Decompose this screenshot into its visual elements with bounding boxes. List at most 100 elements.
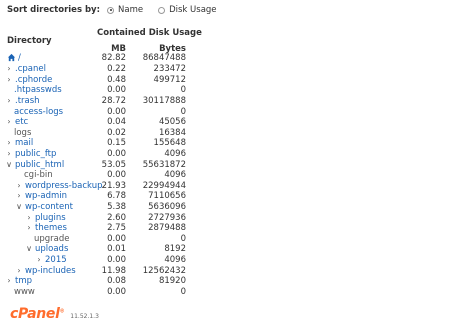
expand-caret-icon[interactable]: › (16, 181, 22, 192)
dir-mb: 0.48 (107, 74, 126, 85)
dir-bytes: 12562432 (142, 265, 186, 276)
root-mb: 82.82 (101, 53, 126, 63)
dir-name[interactable]: tmp (15, 276, 32, 287)
dir-row: › mail 0.15 155648 (0, 138, 200, 149)
dir-row: ∨ public_html 53.05 55631872 (0, 160, 200, 171)
version-text: 11.52.1.3 (70, 313, 99, 320)
sort-disk-usage-label[interactable]: Disk Usage (169, 5, 216, 15)
dir-bytes: 0 (180, 233, 186, 244)
dir-name: cgi-bin (24, 170, 53, 181)
dir-row: › 2015 0.00 4096 (0, 255, 200, 266)
dir-bytes: 8192 (164, 244, 186, 255)
dir-bytes: 2727936 (148, 212, 186, 223)
dir-bytes: 4096 (164, 170, 186, 181)
dir-mb: 0.02 (107, 127, 126, 138)
dir-row: upgrade 0.00 0 (0, 234, 200, 245)
expand-caret-icon[interactable]: › (6, 96, 12, 107)
dir-name[interactable]: mail (15, 138, 33, 149)
sort-name-radio[interactable] (107, 6, 114, 14)
dir-name[interactable]: themes (35, 223, 67, 234)
expand-caret-icon[interactable]: › (6, 64, 12, 75)
dir-mb: 0.22 (107, 64, 126, 75)
expand-caret-icon[interactable]: › (6, 75, 12, 86)
dir-row: ∨ wp-content 5.38 5636096 (0, 202, 200, 213)
dir-row: ∨ uploads 0.01 8192 (0, 244, 200, 255)
dir-mb: 0.00 (107, 170, 126, 181)
expand-caret-icon[interactable]: › (36, 255, 42, 266)
expand-caret-icon[interactable]: › (16, 266, 22, 277)
dir-name[interactable]: access-logs (14, 107, 63, 118)
dir-row: › plugins 2.60 2727936 (0, 213, 200, 224)
dir-bytes: 2879488 (148, 223, 186, 234)
dir-name[interactable]: .htpasswds (14, 85, 62, 96)
expand-caret-icon[interactable]: › (6, 117, 12, 128)
dir-row: › wp-admin 6.78 7110656 (0, 191, 200, 202)
dir-name[interactable]: uploads (35, 244, 68, 255)
dir-row: › etc 0.04 45056 (0, 117, 200, 128)
dir-bytes: 81920 (158, 276, 186, 287)
dir-bytes: 30117888 (142, 96, 186, 106)
sort-disk-usage-radio[interactable] (158, 6, 166, 14)
dir-bytes: 499712 (153, 74, 186, 85)
expand-caret-icon[interactable]: › (6, 138, 12, 149)
dir-row: › wordpress-backup 21.93 22994944 (0, 181, 200, 192)
expand-caret-icon[interactable]: › (26, 223, 32, 234)
dir-row: › .cpanel 0.22 233472 (0, 64, 200, 75)
footer: cPanel® 11.52.1.3 (10, 306, 99, 322)
dir-bytes: 16384 (158, 127, 186, 138)
dir-mb: 2.75 (107, 223, 126, 234)
dir-name: logs (14, 127, 32, 138)
dir-row: › wp-includes 11.98 12562432 (0, 266, 200, 277)
cpanel-logo: cPanel® (10, 306, 65, 322)
dir-mb: 6.78 (107, 191, 126, 202)
dir-mb: 0.00 (107, 233, 126, 244)
dir-name[interactable]: .trash (15, 96, 40, 107)
expand-caret-icon[interactable]: › (6, 149, 12, 160)
root-dir-link[interactable]: / (18, 53, 21, 64)
dir-mb: 5.38 (107, 202, 126, 212)
dir-bytes: 0 (180, 286, 186, 297)
collapse-caret-icon[interactable]: ∨ (26, 244, 32, 255)
expand-caret-icon[interactable]: › (6, 276, 12, 287)
dir-row: cgi-bin 0.00 4096 (0, 170, 200, 181)
dir-name[interactable]: public_ftp (15, 149, 56, 160)
dir-name[interactable]: 2015 (45, 255, 67, 266)
expand-caret-icon[interactable]: › (26, 213, 32, 224)
directory-header: Directory (7, 36, 52, 46)
dir-mb: 0.08 (107, 276, 126, 287)
expand-caret-icon[interactable]: › (16, 191, 22, 202)
sort-bar: Sort directories by: Name Disk Usage (7, 4, 225, 16)
dir-name[interactable]: wp-includes (25, 266, 76, 277)
dir-mb: 2.60 (107, 212, 126, 223)
dir-bytes: 0 (180, 106, 186, 117)
collapse-caret-icon[interactable]: ∨ (6, 160, 12, 171)
dir-bytes: 233472 (153, 64, 186, 75)
collapse-caret-icon[interactable]: ∨ (16, 202, 22, 213)
dir-name[interactable]: wp-admin (25, 191, 67, 202)
dir-mb: 11.98 (101, 265, 126, 276)
dir-mb: 0.01 (107, 244, 126, 255)
dir-name[interactable]: etc (15, 117, 28, 128)
dir-row: › .trash 28.72 30117888 (0, 96, 200, 107)
dir-bytes: 7110656 (148, 191, 186, 202)
dir-bytes: 155648 (153, 138, 186, 149)
dir-name[interactable]: .cphorde (15, 75, 52, 86)
dir-row: › themes 2.75 2879488 (0, 223, 200, 234)
dir-row: www 0.00 0 (0, 287, 200, 298)
dir-mb: 0.00 (107, 85, 126, 96)
dir-row: logs 0.02 16384 (0, 128, 200, 139)
root-bytes: 86847488 (142, 53, 186, 63)
dir-name[interactable]: wp-content (25, 202, 73, 213)
dir-bytes: 5636096 (148, 202, 186, 212)
dir-row: › .cphorde 0.48 499712 (0, 75, 200, 86)
sort-name-label[interactable]: Name (118, 5, 143, 15)
dir-mb: 21.93 (101, 180, 126, 191)
dir-name[interactable]: .cpanel (15, 64, 46, 75)
dir-name[interactable]: plugins (35, 213, 66, 224)
dir-row: access-logs 0.00 0 (0, 107, 200, 118)
dir-mb: 0.00 (107, 106, 126, 117)
dir-row: .htpasswds 0.00 0 (0, 85, 200, 96)
dir-mb: 0.04 (107, 117, 126, 128)
dir-name[interactable]: public_html (15, 160, 64, 171)
dir-name: upgrade (34, 233, 70, 244)
